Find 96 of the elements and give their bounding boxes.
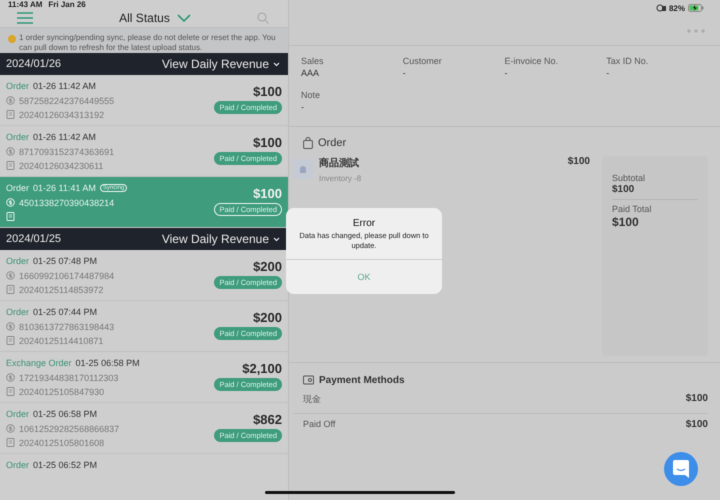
field-label: E-invoice No.: [504, 56, 560, 66]
search-icon: [256, 12, 269, 24]
order-number: 8103613727863198443: [19, 322, 114, 332]
order-time: 01-25 06:58 PM: [33, 409, 98, 419]
product-image-placeholder: [293, 159, 313, 179]
coin-icon: [6, 373, 15, 382]
order-type: Order: [6, 409, 30, 419]
shopping-bag-icon: [303, 137, 313, 149]
order-type: Order: [6, 132, 30, 142]
coin-icon: [6, 147, 15, 156]
order-amount: $200: [253, 259, 282, 274]
order-amount: $100: [253, 186, 282, 201]
daily-revenue-link[interactable]: View Daily Revenue: [162, 232, 280, 246]
invoice-number: 20240126034313192: [19, 110, 104, 120]
order-number: 4501338270390438214: [19, 198, 114, 208]
order-time: 01-25 06:58 PM: [76, 358, 140, 368]
field-value: -: [606, 68, 610, 78]
coin-icon: [6, 198, 15, 207]
battery-percent: 82%: [668, 4, 685, 12]
wallet-icon: [303, 375, 314, 385]
product-price: $100: [568, 156, 590, 167]
order-number: 5872582242376449555: [19, 96, 114, 106]
order-time: 01-25 07:48 PM: [33, 256, 98, 266]
warning-dot-icon: [8, 35, 16, 43]
order-number: 1660992106174487984: [19, 270, 114, 280]
order-amount: $100: [253, 84, 282, 99]
field-label: Note: [301, 90, 322, 100]
order-time: 01-25 06:52 PM: [33, 460, 98, 470]
coin-icon: [6, 322, 15, 331]
order-amount: $100: [253, 135, 282, 150]
sync-message: 1 order syncing/pending sync, please do not delete or reset the app. You can pull down to refresh for the latest upload status.: [19, 33, 277, 53]
menu-button[interactable]: [14, 9, 36, 27]
dialog-title: Error: [352, 218, 376, 229]
section-title: Payment Methods: [319, 374, 405, 386]
date-label: 2024/01/25: [6, 233, 62, 245]
invoice-number: 20240126034230611: [19, 160, 104, 170]
invoice-number: 20240125114410871: [19, 336, 104, 346]
field-value: -: [402, 68, 407, 78]
receipt-icon: [6, 110, 15, 119]
order-type: Order: [6, 307, 30, 317]
receipt-icon: [6, 285, 15, 294]
chevron-down-icon: [273, 62, 280, 66]
field-value: AAA: [301, 68, 320, 78]
payment-value: $100: [686, 419, 708, 430]
product-name: 商品測試: [319, 156, 360, 170]
status-time: 11:43 AM: [8, 0, 42, 9]
menu-icon: [17, 12, 33, 24]
order-time: 01-26 11:42 AM: [33, 81, 96, 91]
order-type: Order: [6, 183, 30, 193]
order-number: 17219344838170112303: [19, 372, 118, 382]
receipt-icon: [6, 212, 15, 221]
status-filter-dropdown[interactable]: All Status: [119, 11, 191, 25]
payment-label: 現金: [303, 393, 321, 406]
inventory-label: Inventory -8: [319, 174, 362, 183]
field-value: -: [504, 68, 508, 78]
order-amount: $200: [253, 310, 282, 325]
order-number: 10612529282568866837: [19, 424, 120, 434]
order-amount: $2,100: [242, 361, 282, 376]
payment-label: Paid Off: [303, 419, 336, 430]
invoice-number: 20240125105847930: [19, 386, 104, 396]
chevron-down-icon: [273, 236, 280, 242]
field-label: Sales: [301, 56, 325, 66]
total-value: $100: [612, 184, 636, 195]
order-time: 01-26 11:42 AM: [33, 132, 96, 142]
section-title: Order: [318, 137, 346, 149]
order-time: 01-25 07:44 PM: [33, 307, 98, 317]
order-type: Exchange Order: [6, 358, 72, 368]
coin-icon: [6, 271, 15, 280]
order-type: Order: [6, 256, 30, 266]
payment-value: $100: [686, 393, 708, 406]
total-label: Paid Total: [612, 204, 652, 214]
total-label: Subtotal: [612, 173, 646, 183]
field-label: Tax ID No.: [606, 56, 650, 66]
receipt-icon: [6, 438, 15, 447]
total-value: $100: [612, 215, 640, 229]
chat-icon: [673, 460, 689, 478]
order-amount: $862: [253, 412, 282, 427]
coin-icon: [6, 96, 15, 105]
order-type: Order: [6, 460, 30, 470]
invoice-number: 20240125114853972: [19, 284, 104, 294]
daily-revenue-link[interactable]: View Daily Revenue: [162, 57, 280, 71]
receipt-icon: [6, 161, 15, 170]
receipt-icon: [6, 387, 15, 396]
invoice-number: 20240125105801608: [19, 438, 104, 448]
status-date: Fri Jan 26: [48, 0, 86, 9]
chevron-down-icon: [176, 14, 191, 22]
receipt-icon: [6, 336, 15, 345]
order-number: 8717093152374363691: [19, 146, 114, 156]
field-value: -: [301, 102, 305, 112]
date-label: 2024/01/26: [6, 58, 62, 70]
coin-icon: [6, 424, 15, 433]
order-type: Order: [6, 81, 30, 91]
order-time: 01-26 11:41 AM: [33, 183, 96, 193]
battery-charging-icon: [688, 4, 704, 12]
more-icon: [687, 28, 705, 32]
field-label: Customer: [402, 56, 443, 66]
